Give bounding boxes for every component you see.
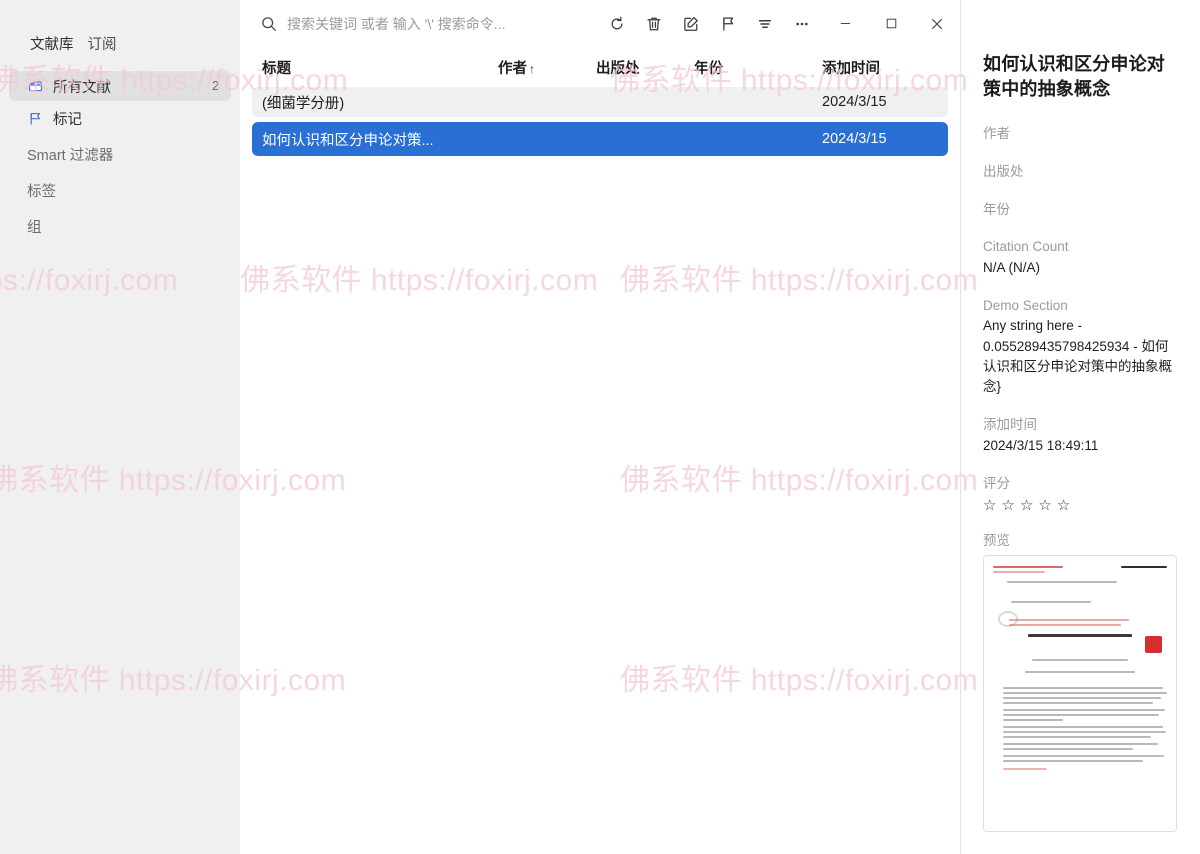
star-icon[interactable]: ☆ <box>1057 498 1070 513</box>
star-icon[interactable]: ☆ <box>983 498 996 513</box>
sidebar: 文献库 订阅 所有文献 2 <box>0 0 240 854</box>
sidebar-item-label: 标签 <box>27 180 219 201</box>
cell-added-time: 2024/3/15 <box>822 131 936 147</box>
sidebar-item-label: Smart 过滤器 <box>27 144 219 165</box>
detail-label: 添加时间 <box>983 415 1178 435</box>
trash-icon[interactable] <box>635 7 672 41</box>
sidebar-item-smart-filter[interactable]: Smart 过滤器 <box>9 139 231 169</box>
sidebar-item-label: 所有文献 <box>53 76 212 97</box>
detail-label: 评分 <box>983 474 1178 494</box>
sidebar-item-tags[interactable]: 标签 <box>9 175 231 205</box>
detail-label: Citation Count <box>983 237 1178 257</box>
detail-field-rating: 评分 ☆ ☆ ☆ ☆ ☆ <box>983 474 1178 513</box>
column-header-author[interactable]: 作者↑ <box>498 57 596 78</box>
detail-label: 年份 <box>983 200 1178 220</box>
cell-title: 如何认识和区分申论对策... <box>262 129 498 150</box>
sidebar-item-label: 标记 <box>53 108 219 129</box>
tab-subscription[interactable]: 订阅 <box>88 33 117 54</box>
detail-field-added-time: 添加时间 2024/3/15 18:49:11 <box>983 415 1178 456</box>
sort-icon[interactable] <box>746 7 783 41</box>
cell-title: (细菌学分册) <box>262 92 498 113</box>
maximize-button[interactable] <box>868 0 914 47</box>
sidebar-item-label: 组 <box>27 216 219 237</box>
sort-ascending-icon: ↑ <box>529 62 535 76</box>
toolbar <box>240 0 960 47</box>
detail-field-preview: 预览 <box>983 531 1178 833</box>
flag-icon <box>27 110 44 127</box>
app-window: 文献库 订阅 所有文献 2 <box>0 0 1200 854</box>
detail-label: 作者 <box>983 124 1178 144</box>
sidebar-tabs: 文献库 订阅 <box>0 33 240 59</box>
detail-label: 出版处 <box>983 162 1178 182</box>
edit-icon[interactable] <box>672 7 709 41</box>
detail-value: 2024/3/15 18:49:11 <box>983 436 1178 456</box>
folder-icon <box>27 78 44 95</box>
sidebar-item-groups[interactable]: 组 <box>9 211 231 241</box>
sidebar-item-marked[interactable]: 标记 <box>9 103 231 133</box>
sidebar-item-count: 2 <box>212 79 219 93</box>
documents-table: 标题 作者↑ 出版处 年份 添加时间 (细菌学分册) 2024/3/15 如何认… <box>240 47 960 854</box>
detail-label: 预览 <box>983 531 1178 551</box>
rating-stars[interactable]: ☆ ☆ ☆ ☆ ☆ <box>983 498 1178 513</box>
detail-title: 如何认识和区分申论对策中的抽象概念 <box>983 52 1178 102</box>
detail-field-citation-count: Citation Count N/A (N/A) <box>983 237 1178 278</box>
toolbar-actions <box>598 7 822 41</box>
star-icon[interactable]: ☆ <box>1001 498 1014 513</box>
search-box[interactable] <box>260 9 598 39</box>
refresh-icon[interactable] <box>598 7 635 41</box>
search-input[interactable] <box>287 16 598 32</box>
table-header: 标题 作者↑ 出版处 年份 添加时间 <box>240 47 960 87</box>
main-content: 标题 作者↑ 出版处 年份 添加时间 (细菌学分册) 2024/3/15 如何认… <box>240 0 960 854</box>
close-button[interactable] <box>914 0 960 47</box>
search-icon <box>260 15 278 33</box>
detail-field-year: 年份 <box>983 200 1178 220</box>
detail-field-author: 作者 <box>983 124 1178 144</box>
preview-red-stamp <box>1145 636 1162 653</box>
detail-value: Any string here - 0.055289435798425934 -… <box>983 316 1178 397</box>
detail-value: N/A (N/A) <box>983 258 1178 278</box>
details-panel: 如何认识和区分申论对策中的抽象概念 作者 出版处 年份 Citation Cou… <box>960 0 1200 854</box>
sidebar-list: 所有文献 2 标记 Smart 过滤器 标签 组 <box>0 71 240 241</box>
detail-field-publication: 出版处 <box>983 162 1178 182</box>
tab-library[interactable]: 文献库 <box>30 33 74 54</box>
detail-field-demo-section: Demo Section Any string here - 0.0552894… <box>983 296 1178 398</box>
more-icon[interactable] <box>783 7 820 41</box>
column-header-added-time[interactable]: 添加时间 <box>822 57 938 78</box>
cell-added-time: 2024/3/15 <box>822 94 936 110</box>
sidebar-item-all-documents[interactable]: 所有文献 2 <box>9 71 231 101</box>
preview-header <box>993 566 1167 576</box>
column-header-publication[interactable]: 出版处 <box>596 57 694 78</box>
column-header-year[interactable]: 年份 <box>694 57 822 78</box>
flag-icon[interactable] <box>709 7 746 41</box>
column-header-title[interactable]: 标题 <box>262 57 498 78</box>
detail-label: Demo Section <box>983 296 1178 316</box>
table-row[interactable]: 如何认识和区分申论对策... 2024/3/15 <box>252 122 948 156</box>
preview-thumbnail[interactable] <box>983 555 1177 832</box>
star-icon[interactable]: ☆ <box>1038 498 1051 513</box>
column-header-author-label: 作者 <box>498 61 527 77</box>
star-icon[interactable]: ☆ <box>1020 498 1033 513</box>
minimize-button[interactable] <box>822 0 868 47</box>
table-row[interactable]: (细菌学分册) 2024/3/15 <box>252 87 948 117</box>
window-controls <box>822 0 960 47</box>
table-body: (细菌学分册) 2024/3/15 如何认识和区分申论对策... 2024/3/… <box>240 87 960 854</box>
